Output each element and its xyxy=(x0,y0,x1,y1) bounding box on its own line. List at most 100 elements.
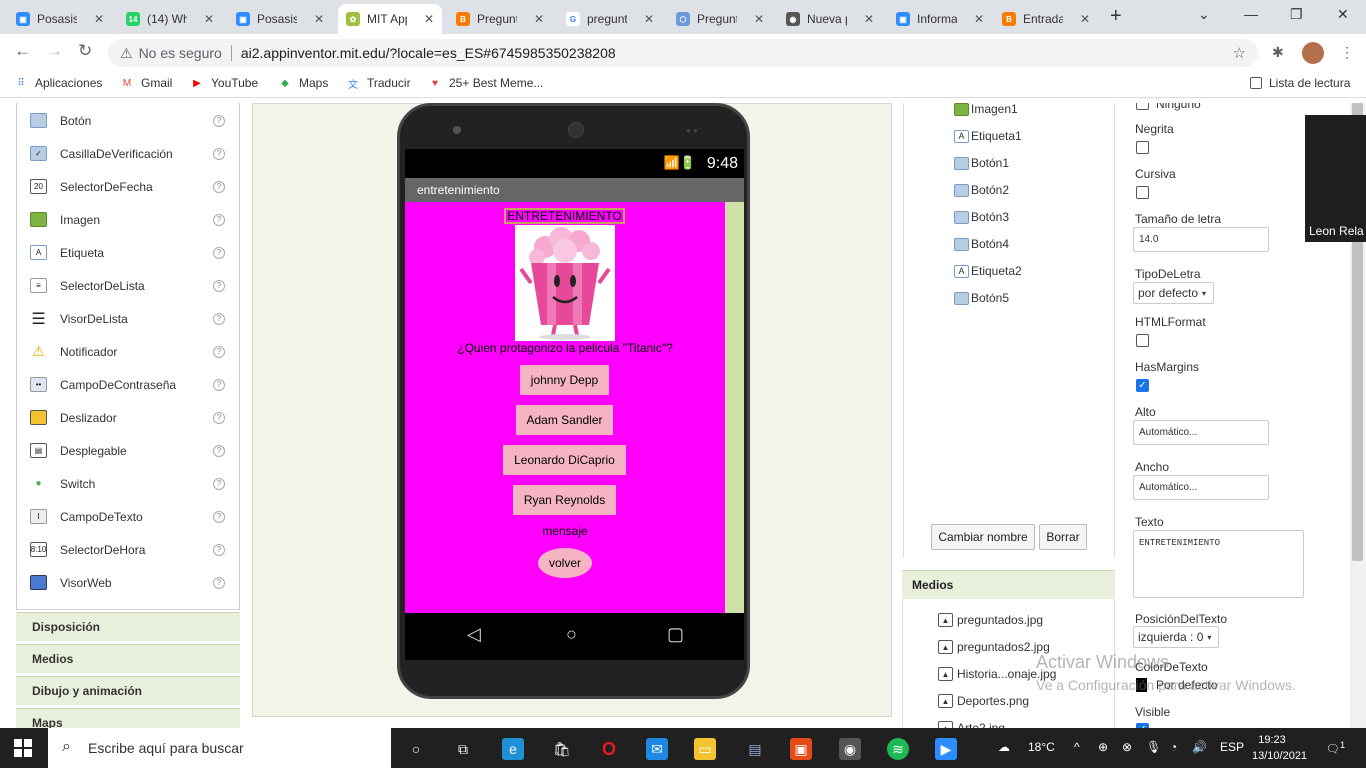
ninguno-checkbox[interactable] xyxy=(1136,103,1149,110)
text-textarea[interactable]: ENTRETENIMIENTO xyxy=(1133,530,1304,598)
cortana-icon[interactable]: ○ xyxy=(405,738,427,760)
text-align-select[interactable]: izquierda : 0 ▾ xyxy=(1133,626,1219,648)
browser-tab[interactable]: ⬡ Pregunta ✕ xyxy=(668,4,772,34)
chrome-icon[interactable]: ◉ xyxy=(839,738,861,760)
has-margins-checkbox[interactable]: ✓ xyxy=(1136,379,1149,392)
close-window-button[interactable]: ✕ xyxy=(1337,6,1349,23)
bookmark-item[interactable]: M Gmail xyxy=(120,76,173,90)
palette-item[interactable]: ≡ SelectorDeLista? xyxy=(17,269,241,302)
question-label[interactable]: ¿Quien protagonizo la pelicula "Titanic"… xyxy=(405,341,725,355)
palette-item[interactable]: ☰ VisorDeLista? xyxy=(17,302,241,335)
tab-close-icon[interactable]: ✕ xyxy=(424,12,434,26)
app-icon[interactable]: ▤ xyxy=(744,738,766,760)
microphone-icon[interactable]: 🎙 xyxy=(1146,740,1161,754)
maximize-button[interactable]: ❐ xyxy=(1290,6,1303,23)
help-icon[interactable]: ? xyxy=(213,213,225,226)
help-icon[interactable]: ? xyxy=(213,378,225,391)
wifi-icon[interactable]: ◔ xyxy=(1170,740,1177,754)
browser-menu-icon[interactable]: ⋮ xyxy=(1340,44,1354,61)
browser-tab[interactable]: 14 (14) Wha ✕ xyxy=(118,4,222,34)
answer-button-2[interactable]: Adam Sandler xyxy=(516,405,613,435)
browser-tab[interactable]: B Pregunta ✕ xyxy=(448,4,552,34)
help-icon[interactable]: ? xyxy=(213,246,225,259)
reload-icon[interactable]: ↻ xyxy=(78,41,92,61)
component-tree-item[interactable]: A Etiqueta2 xyxy=(954,264,1022,278)
weather-icon[interactable]: ☁ xyxy=(998,740,1010,754)
popcorn-image[interactable] xyxy=(515,225,615,341)
italic-checkbox[interactable] xyxy=(1136,186,1149,199)
browser-tab[interactable]: ▣ Informa ✕ xyxy=(888,4,992,34)
bold-checkbox[interactable] xyxy=(1136,141,1149,154)
component-tree-item[interactable]: Imagen1 xyxy=(954,103,1018,116)
palette-item[interactable]: ⚠ Notificador? xyxy=(17,335,241,368)
palette-item[interactable]: I CampoDeTexto? xyxy=(17,500,241,533)
help-icon[interactable]: ? xyxy=(213,444,225,457)
back-arrow-icon[interactable]: ← xyxy=(14,41,31,61)
rename-button[interactable]: Cambiar nombre xyxy=(931,524,1035,550)
tab-close-icon[interactable]: ✕ xyxy=(1080,12,1090,26)
palette-item[interactable]: 8:10 SelectorDeHora? xyxy=(17,533,241,566)
browser-tab[interactable]: ◉ Nueva p ✕ xyxy=(778,4,882,34)
browser-tab[interactable]: ✿ MIT App ✕ xyxy=(338,4,442,34)
bookmark-item[interactable]: ▶ YouTube xyxy=(190,76,258,90)
file-explorer-icon[interactable]: ▭ xyxy=(694,738,716,760)
help-icon[interactable]: ? xyxy=(213,279,225,292)
answer-button-3[interactable]: Leonardo DiCaprio xyxy=(503,445,626,475)
palette-drawer[interactable]: Medios xyxy=(16,644,240,673)
tab-close-icon[interactable]: ✕ xyxy=(314,12,324,26)
task-view-icon[interactable]: ⧉ xyxy=(452,738,474,760)
tab-search-icon[interactable]: ⌄ xyxy=(1198,6,1210,23)
tab-close-icon[interactable]: ✕ xyxy=(974,12,984,26)
palette-item[interactable]: Deslizador? xyxy=(17,401,241,434)
office-icon[interactable]: ▣ xyxy=(790,738,812,760)
font-size-input[interactable]: 14.0 xyxy=(1133,227,1269,252)
forward-arrow-icon[interactable]: → xyxy=(46,41,63,61)
palette-drawer[interactable]: Dibujo y animación xyxy=(16,676,240,705)
html-format-checkbox[interactable] xyxy=(1136,334,1149,347)
help-icon[interactable]: ? xyxy=(213,312,225,325)
message-label[interactable]: mensaje xyxy=(405,524,725,538)
palette-item[interactable]: Botón? xyxy=(17,104,241,137)
media-header[interactable]: Medios xyxy=(902,570,1115,599)
media-file[interactable]: ▲ preguntados2.jpg xyxy=(938,640,1050,654)
browser-tab[interactable]: ▣ Posasiste ✕ xyxy=(8,4,112,34)
palette-item[interactable]: •• CampoDeContraseña? xyxy=(17,368,241,401)
component-tree-item[interactable]: Botón4 xyxy=(954,237,1009,251)
bookmark-item[interactable]: ◆ Maps xyxy=(278,76,328,90)
help-icon[interactable]: ? xyxy=(213,114,225,127)
tray-chevron-icon[interactable]: ^ xyxy=(1074,740,1080,754)
component-tree-item[interactable]: Botón1 xyxy=(954,156,1009,170)
help-icon[interactable]: ? xyxy=(213,477,225,490)
tab-close-icon[interactable]: ✕ xyxy=(204,12,214,26)
reading-list-button[interactable]: Lista de lectura xyxy=(1250,76,1350,90)
palette-drawer[interactable]: Disposición xyxy=(16,612,240,641)
palette-drawer[interactable]: Maps xyxy=(16,708,240,728)
bookmark-item[interactable]: ♥ 25+ Best Meme... xyxy=(428,76,543,90)
help-icon[interactable]: ? xyxy=(213,543,225,556)
zoom-icon[interactable]: ▶ xyxy=(935,738,957,760)
mail-icon[interactable]: ✉ xyxy=(646,738,668,760)
video-call-popup[interactable]: Leon Rela xyxy=(1305,115,1366,242)
bookmark-star-icon[interactable]: ☆ xyxy=(1233,44,1246,62)
help-icon[interactable]: ? xyxy=(213,180,225,193)
help-icon[interactable]: ? xyxy=(213,510,225,523)
taskbar-clock[interactable]: 19:23 13/10/2021 xyxy=(1252,732,1307,764)
media-file[interactable]: ▲ Arte2.jpg xyxy=(938,721,1005,728)
typeface-select[interactable]: por defecto ▾ xyxy=(1133,282,1214,304)
new-tab-button[interactable]: + xyxy=(1110,5,1122,28)
media-file[interactable]: ▲ Deportes.png xyxy=(938,694,1029,708)
tab-close-icon[interactable]: ✕ xyxy=(534,12,544,26)
tray-app-icon[interactable]: ⊗ xyxy=(1122,740,1132,754)
bookmark-item[interactable]: 文 Traducir xyxy=(346,76,411,91)
palette-item[interactable]: Imagen? xyxy=(17,203,241,236)
palette-item[interactable]: A Etiqueta? xyxy=(17,236,241,269)
notifications-icon[interactable]: 🗨1 xyxy=(1326,740,1345,756)
bookmark-item[interactable]: ⠿ Aplicaciones xyxy=(14,76,102,90)
language-indicator[interactable]: ESP xyxy=(1220,740,1244,754)
help-icon[interactable]: ? xyxy=(213,147,225,160)
opera-icon[interactable]: O xyxy=(598,738,620,760)
help-icon[interactable]: ? xyxy=(213,576,225,589)
network-icon[interactable]: ⊕ xyxy=(1098,740,1108,754)
component-tree-item[interactable]: Botón3 xyxy=(954,210,1009,224)
heading-label[interactable]: ENTRETENIMIENTO xyxy=(504,208,625,224)
